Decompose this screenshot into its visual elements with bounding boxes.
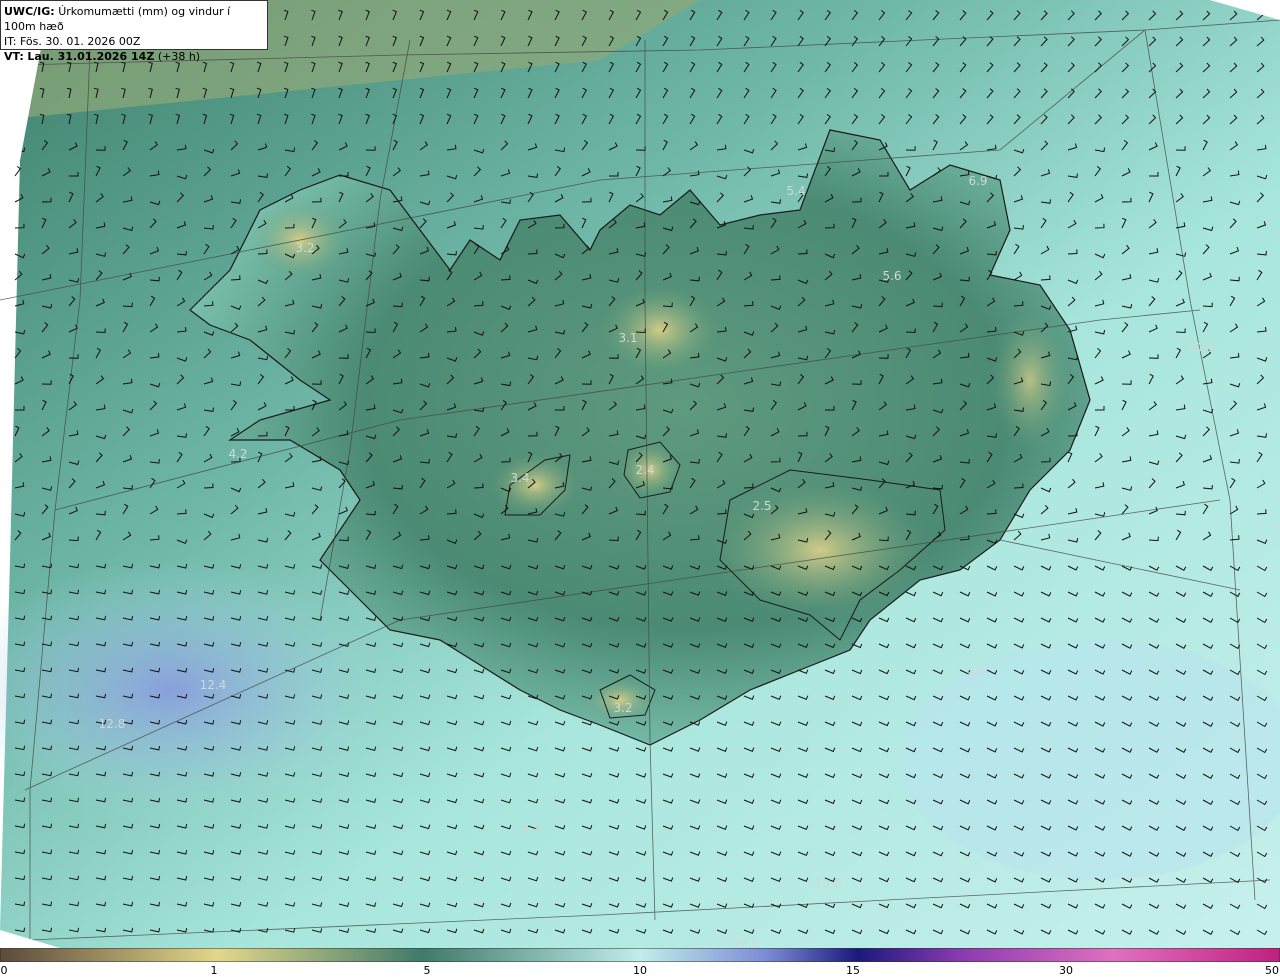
map-value-label: 3.4 xyxy=(510,471,529,485)
map-value-label: 9.7 xyxy=(520,822,539,836)
colorbar xyxy=(0,948,1280,962)
colorbar-tick-label: 0 xyxy=(0,964,8,977)
weather-map[interactable]: 3.2 3.1 4.2 3.4 2.4 2.5 3.2 5.6 6.9 10.0 12.4 12.8 9… xyxy=(0,0,1280,948)
map-value-label: 5.6 xyxy=(882,269,901,283)
map-value-label: 4.2 xyxy=(228,447,247,461)
map-value-label: 2.4 xyxy=(635,463,654,477)
eastfjords-maximum xyxy=(990,310,1070,450)
map-value-label: 12.4 xyxy=(200,678,227,692)
map-value-label: 9.0 xyxy=(966,666,985,680)
colorbar-tick-label: 1 xyxy=(210,964,218,977)
info-box: UWC/IG: Úrkomumætti (mm) og vindur í 100… xyxy=(0,0,268,63)
colorbar-tick-label: 5 xyxy=(423,964,431,977)
map-value-label: 6.9 xyxy=(968,174,987,188)
map-value-label: 3.2 xyxy=(295,241,314,255)
colorbar-ticks: 0 1 5 10 15 30 50 xyxy=(0,962,1280,978)
colorbar-tick-label: 30 xyxy=(1059,964,1073,977)
map-value-label: 10.6 xyxy=(815,877,842,891)
map-value-label: 10.0 xyxy=(1187,341,1214,355)
info-vt-line: VT: Lau. 31.01.2026 14Z (+38 h) xyxy=(4,49,264,64)
vt-label: VT: xyxy=(4,50,24,63)
vt-lead: (+38 h) xyxy=(157,50,201,63)
map-value-label: 12.8 xyxy=(99,717,126,731)
map-value-label: 10.5 xyxy=(733,937,760,948)
info-title-line: UWC/IG: Úrkomumætti (mm) og vindur í 100… xyxy=(4,4,264,34)
vt-value: Lau. 31.01.2026 14Z xyxy=(27,50,155,63)
langjokull-maximum xyxy=(490,453,580,517)
colorbar-tick-label: 50 xyxy=(1265,964,1279,977)
vatnajokull-maximum xyxy=(710,480,930,620)
model-label: UWC/IG: xyxy=(4,5,55,18)
map-value-label: 3.2 xyxy=(613,701,632,715)
trollaskagi-maximum xyxy=(600,285,720,375)
it-label: IT: xyxy=(4,35,17,48)
info-it-line: IT: Fös. 30. 01. 2026 00Z xyxy=(4,34,264,49)
map-value-label: 5.4 xyxy=(786,184,805,198)
colorbar-tick-label: 15 xyxy=(846,964,860,977)
map-value-label: 3.1 xyxy=(618,331,637,345)
map-value-label: 2.5 xyxy=(752,499,771,513)
colorbar-tick-label: 10 xyxy=(633,964,647,977)
it-value: Fös. 30. 01. 2026 00Z xyxy=(19,35,141,48)
